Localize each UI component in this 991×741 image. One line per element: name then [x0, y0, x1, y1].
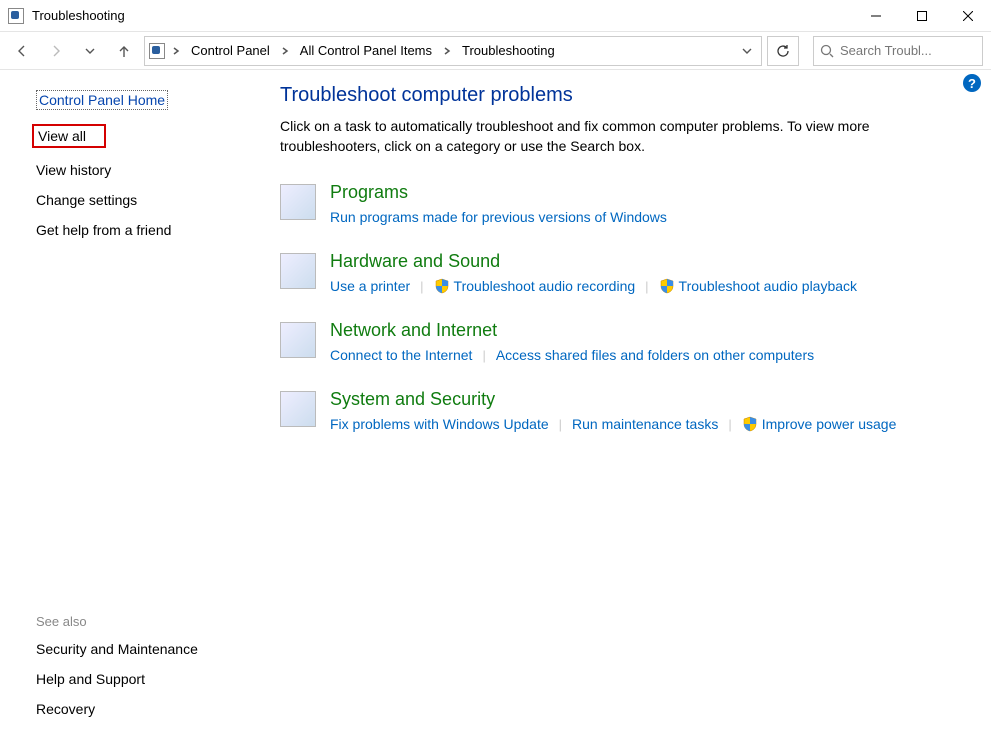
separator: | — [420, 279, 423, 294]
task-link[interactable]: Improve power usage — [742, 416, 897, 432]
category-title[interactable]: System and Security — [330, 389, 975, 410]
address-dropdown-button[interactable] — [737, 46, 757, 56]
shield-icon — [742, 416, 758, 432]
separator: | — [482, 348, 485, 363]
close-button[interactable] — [945, 0, 991, 32]
sidebar-link-view-all[interactable]: View all — [32, 124, 106, 148]
sidebar-link-recovery[interactable]: Recovery — [36, 701, 95, 717]
sidebar-link-control-panel-home[interactable]: Control Panel Home — [36, 90, 168, 110]
see-also-header: See also — [36, 614, 240, 629]
help-button[interactable]: ? — [963, 74, 981, 92]
titlebar: Troubleshooting — [0, 0, 991, 32]
task-link[interactable]: Run maintenance tasks — [572, 416, 718, 432]
task-link-label: Troubleshoot audio recording — [454, 278, 636, 294]
category-icon — [280, 253, 316, 289]
category-icon — [280, 322, 316, 358]
separator: | — [728, 417, 731, 432]
recent-locations-button[interactable] — [76, 37, 104, 65]
maximize-button[interactable] — [899, 0, 945, 32]
task-link-label: Run programs made for previous versions … — [330, 209, 667, 225]
search-box[interactable] — [813, 36, 983, 66]
task-link-label: Use a printer — [330, 278, 410, 294]
task-link-label: Connect to the Internet — [330, 347, 472, 363]
shield-icon — [659, 278, 675, 294]
forward-button[interactable] — [42, 37, 70, 65]
task-link-label: Fix problems with Windows Update — [330, 416, 549, 432]
breadcrumb-item[interactable]: All Control Panel Items — [294, 37, 438, 65]
task-link-label: Access shared files and folders on other… — [496, 347, 814, 363]
separator: | — [645, 279, 648, 294]
category: System and Security Fix problems with Win… — [280, 389, 975, 432]
chevron-right-icon[interactable] — [440, 47, 454, 55]
search-input[interactable] — [840, 43, 976, 58]
address-bar[interactable]: Control Panel All Control Panel Items Tr… — [144, 36, 762, 66]
sidebar-link-view-history[interactable]: View history — [36, 162, 111, 178]
location-icon — [149, 43, 165, 59]
sidebar-link-change-settings[interactable]: Change settings — [36, 192, 137, 208]
up-button[interactable] — [110, 37, 138, 65]
task-link[interactable]: Use a printer — [330, 278, 410, 294]
task-link[interactable]: Fix problems with Windows Update — [330, 416, 549, 432]
chevron-right-icon[interactable] — [169, 47, 183, 55]
task-link[interactable]: Access shared files and folders on other… — [496, 347, 814, 363]
sidebar-link-help-support[interactable]: Help and Support — [36, 671, 145, 687]
page-description: Click on a task to automatically trouble… — [280, 117, 940, 156]
breadcrumb-item[interactable]: Control Panel — [185, 37, 276, 65]
nav-row: Control Panel All Control Panel Items Tr… — [0, 32, 991, 70]
chevron-right-icon[interactable] — [278, 47, 292, 55]
task-link[interactable]: Run programs made for previous versions … — [330, 209, 667, 225]
task-link-label: Improve power usage — [762, 416, 897, 432]
app-icon — [8, 8, 24, 24]
back-button[interactable] — [8, 37, 36, 65]
category-title[interactable]: Programs — [330, 182, 975, 203]
task-link-label: Run maintenance tasks — [572, 416, 718, 432]
window-title: Troubleshooting — [32, 8, 125, 23]
category: Network and Internet Connect to the Inter… — [280, 320, 975, 363]
page-title: Troubleshoot computer problems — [280, 84, 975, 107]
breadcrumb-item[interactable]: Troubleshooting — [456, 37, 561, 65]
separator: | — [559, 417, 562, 432]
category-icon — [280, 184, 316, 220]
category: Programs Run programs made for previous v… — [280, 182, 975, 225]
sidebar-link-security-maintenance[interactable]: Security and Maintenance — [36, 641, 198, 657]
task-link[interactable]: Troubleshoot audio recording — [434, 278, 636, 294]
sidebar: Control Panel Home View all View history… — [0, 70, 250, 741]
category-title[interactable]: Hardware and Sound — [330, 251, 975, 272]
task-link[interactable]: Troubleshoot audio playback — [659, 278, 858, 294]
category: Hardware and Sound Use a printer | Troubles… — [280, 251, 975, 294]
category-icon — [280, 391, 316, 427]
sidebar-link-get-help[interactable]: Get help from a friend — [36, 222, 171, 238]
task-link[interactable]: Connect to the Internet — [330, 347, 472, 363]
minimize-button[interactable] — [853, 0, 899, 32]
shield-icon — [434, 278, 450, 294]
main-panel: ? Troubleshoot computer problems Click o… — [250, 70, 991, 741]
task-link-label: Troubleshoot audio playback — [679, 278, 858, 294]
category-title[interactable]: Network and Internet — [330, 320, 975, 341]
refresh-button[interactable] — [767, 36, 799, 66]
search-icon — [820, 44, 834, 58]
